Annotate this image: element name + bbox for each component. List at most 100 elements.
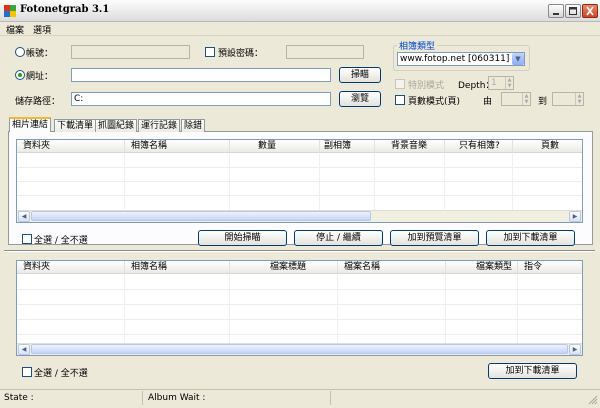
column-header-count[interactable]: 數量: [230, 140, 320, 153]
to-page-spinner[interactable]: ▲ ▼: [552, 92, 584, 106]
column-header-pages[interactable]: 頁數: [513, 140, 582, 153]
resize-grip-icon[interactable]: [588, 395, 598, 405]
column-divider: [124, 274, 125, 344]
album-list-hscrollbar[interactable]: ◀ ▶: [17, 210, 582, 222]
status-divider: [330, 391, 331, 405]
column-header-bg-music[interactable]: 背景音樂: [375, 140, 445, 153]
tab-download-list[interactable]: 下載清單: [54, 119, 97, 132]
column-divider: [512, 153, 513, 211]
chevron-down-icon[interactable]: ▼: [512, 53, 524, 65]
maximize-icon: [569, 7, 577, 15]
column-header-file-name[interactable]: 檔案名稱: [338, 261, 446, 274]
url-radio[interactable]: [15, 70, 25, 80]
tab-photo-links[interactable]: 相片連結: [9, 117, 52, 132]
minimize-button[interactable]: [548, 4, 564, 18]
page-mode-label: 頁數模式(頁): [408, 97, 461, 107]
add-to-download-button[interactable]: 加到下載清單: [486, 230, 575, 246]
status-album-wait: Album Wait :: [148, 393, 206, 403]
column-header-album-only[interactable]: 只有相簿?: [445, 140, 513, 153]
album-type-legend: 相簿類型: [397, 39, 438, 52]
column-header-folder[interactable]: 資料夾: [17, 261, 125, 274]
file-list-hscrollbar[interactable]: ◀ ▶: [17, 343, 582, 355]
column-divider: [229, 153, 230, 211]
row-divider: [17, 167, 582, 168]
account-label: 帳號：: [26, 49, 54, 59]
chevron-right-icon[interactable]: ▶: [569, 211, 581, 222]
from-page-spinner[interactable]: ▲ ▼: [501, 92, 531, 106]
to-label: 到: [538, 97, 548, 107]
depth-spinner-arrows[interactable]: ▲ ▼: [505, 77, 513, 89]
column-header-command[interactable]: 指令: [518, 261, 582, 274]
add-to-download-lower-button[interactable]: 加到下載清單: [488, 363, 577, 379]
default-password-label: 預設密碼：: [218, 49, 264, 59]
select-all-lower-checkbox[interactable]: [22, 367, 32, 377]
chevron-left-icon[interactable]: ◀: [18, 344, 30, 355]
column-header-album-name[interactable]: 相簿名稱: [125, 261, 230, 274]
column-header-sub-album[interactable]: 副相簿: [320, 140, 375, 153]
column-header-file-type[interactable]: 檔案類型: [446, 261, 518, 274]
depth-spinner[interactable]: 1 ▲ ▼: [488, 76, 514, 90]
to-page-spinner-arrows[interactable]: ▲ ▼: [575, 93, 583, 105]
app-icon: [4, 5, 16, 17]
page-mode-checkbox[interactable]: [395, 95, 405, 105]
from-page-spinner-arrows[interactable]: ▲ ▼: [522, 93, 530, 105]
from-label: 由: [483, 97, 493, 107]
column-header-album-name[interactable]: 相簿名稱: [125, 140, 230, 153]
password-input[interactable]: [286, 45, 364, 59]
save-path-input[interactable]: C:: [71, 92, 331, 106]
url-label: 網址：: [26, 72, 54, 82]
start-scan-button[interactable]: 開始掃瞄: [198, 230, 287, 246]
column-divider: [319, 153, 320, 211]
chevron-right-icon[interactable]: ▶: [569, 344, 581, 355]
column-divider: [517, 274, 518, 344]
row-divider: [17, 181, 582, 182]
menu-options[interactable]: 選項: [33, 23, 51, 36]
column-divider: [374, 153, 375, 211]
close-button[interactable]: [582, 4, 598, 18]
default-password-checkbox[interactable]: [205, 47, 215, 57]
column-divider: [444, 153, 445, 211]
scan-button[interactable]: 掃瞄: [339, 67, 381, 83]
select-all-upper-label: 全選 / 全不選: [34, 236, 88, 246]
tab-debug[interactable]: 除錯: [181, 119, 206, 132]
window-title: Fotonetgrab 3.1: [20, 4, 110, 15]
save-path-label: 儲存路徑：: [15, 97, 61, 107]
special-mode-label: 特別模式: [408, 81, 445, 91]
account-input[interactable]: [71, 45, 190, 59]
status-divider: [142, 391, 143, 405]
album-type-selected: www.fotop.net [060311]: [400, 54, 510, 64]
special-mode-checkbox[interactable]: [395, 79, 405, 89]
column-divider: [229, 274, 230, 344]
select-all-upper-checkbox[interactable]: [22, 234, 32, 244]
splitter[interactable]: [4, 250, 595, 252]
column-header-file-title[interactable]: 檔案標題: [230, 261, 338, 274]
column-header-folder[interactable]: 資料夾: [17, 140, 125, 153]
album-type-select[interactable]: www.fotop.net [060311] ▼: [397, 52, 525, 66]
scroll-thumb[interactable]: [31, 344, 568, 354]
status-state: State :: [4, 393, 34, 403]
column-divider: [337, 274, 338, 344]
album-list[interactable]: 資料夾 相簿名稱 數量 副相簿 背景音樂 只有相簿? 頁數 ◀ ▶: [16, 139, 583, 223]
scroll-thumb[interactable]: [31, 211, 371, 221]
tab-grab-record[interactable]: 抓圖紀錄: [95, 119, 138, 132]
row-divider: [17, 195, 582, 196]
maximize-button[interactable]: [565, 4, 581, 18]
column-divider: [445, 274, 446, 344]
minimize-icon: [553, 13, 559, 15]
account-radio[interactable]: [15, 47, 25, 57]
stop-continue-button[interactable]: 停止 / 繼續: [294, 230, 383, 246]
browse-button[interactable]: 瀏覽: [339, 91, 381, 107]
file-list[interactable]: 資料夾 相簿名稱 檔案標題 檔案名稱 檔案類型 指令 ◀ ▶: [16, 260, 583, 356]
menu-bar: [0, 22, 600, 36]
add-to-preview-button[interactable]: 加到預覽清單: [390, 230, 479, 246]
menu-file[interactable]: 檔案: [6, 23, 24, 36]
tab-run-log[interactable]: 運行記錄: [138, 119, 181, 132]
row-divider: [17, 334, 582, 335]
chevron-left-icon[interactable]: ◀: [18, 211, 30, 222]
close-icon: [586, 6, 594, 16]
url-input[interactable]: [71, 68, 331, 82]
row-divider: [17, 304, 582, 305]
select-all-lower-label: 全選 / 全不選: [34, 369, 88, 379]
row-divider: [17, 319, 582, 320]
status-bar: [0, 389, 600, 407]
